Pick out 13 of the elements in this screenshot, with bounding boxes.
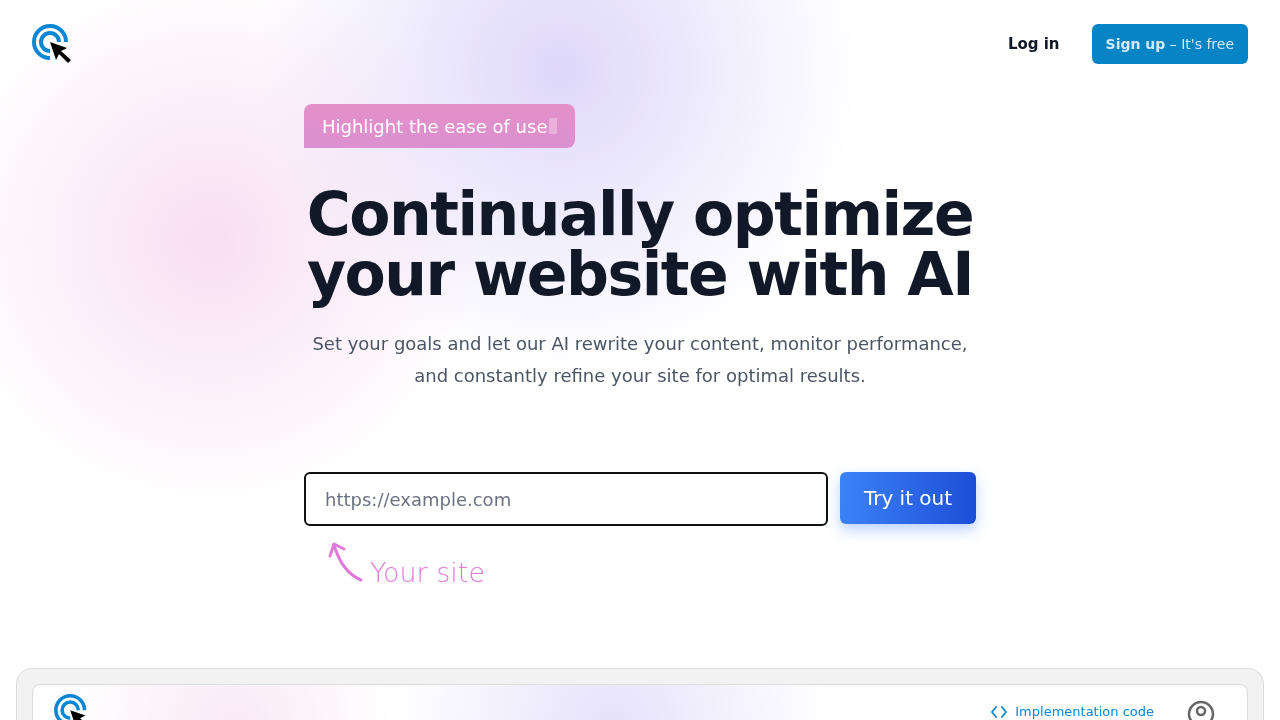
code-icon <box>991 706 1008 718</box>
signup-button[interactable]: Sign up – It's free <box>1091 24 1248 64</box>
subtitle: Set your goals and let our AI rewrite your content, monitor performance, and constantly refine your site for optimal results. <box>311 332 969 388</box>
tagline-text: Highlight the ease of use <box>322 115 548 137</box>
login-link[interactable]: Log in <box>1007 35 1060 53</box>
annotation-text: Your site <box>370 556 485 590</box>
logo-icon[interactable] <box>32 24 72 64</box>
text-cursor-icon <box>549 118 558 134</box>
implementation-code-link[interactable]: Implementation code <box>991 704 1154 720</box>
user-icon[interactable] <box>1187 700 1215 720</box>
try-it-out-button[interactable]: Try it out <box>840 472 976 524</box>
url-input[interactable]: https://example.com <box>304 472 828 526</box>
curved-arrow-icon <box>328 540 364 584</box>
